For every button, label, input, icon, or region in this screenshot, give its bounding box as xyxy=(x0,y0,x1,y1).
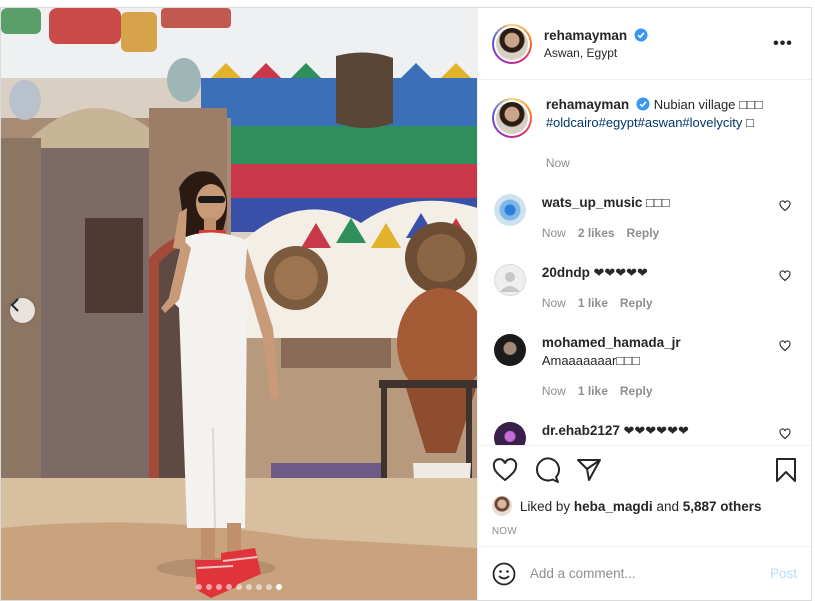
comment-time[interactable]: Now xyxy=(542,294,566,312)
save-bookmark-icon[interactable] xyxy=(775,457,797,483)
carousel-dot xyxy=(215,584,222,590)
carousel-dot xyxy=(235,584,242,590)
post-caption: rehamayman Nubian village □□□ #oldcairo#… xyxy=(491,96,797,172)
more-options-icon[interactable]: ••• xyxy=(771,35,795,53)
post-location[interactable]: Aswan, Egypt xyxy=(544,46,771,60)
liked-by-summary: Liked by heba_magdi and 5,887 others xyxy=(491,496,797,516)
likes-others-link[interactable]: 5,887 others xyxy=(683,499,762,514)
post-timestamp[interactable]: NOW xyxy=(492,526,797,537)
caption-author-avatar[interactable] xyxy=(495,102,528,134)
verified-badge-icon xyxy=(636,97,650,111)
post-side-panel: rehamayman Aswan, Egypt ••• rehamayman N xyxy=(476,8,811,600)
commenter-avatar[interactable] xyxy=(493,264,526,296)
caption-author-ring[interactable] xyxy=(491,98,532,138)
comment-time[interactable]: Now xyxy=(542,224,566,242)
nubian-village-photo xyxy=(1,8,477,600)
author-username[interactable]: rehamayman xyxy=(544,28,627,43)
comment-item: wats_up_music □□□ Now 2 likes Reply xyxy=(492,194,797,242)
add-comment-bar: Post xyxy=(477,546,811,600)
carousel-dot xyxy=(245,584,252,590)
post-actions: Liked by heba_magdi and 5,887 others NOW xyxy=(477,445,811,546)
comment-item: dr.ehab2127 ❤❤❤❤❤❤ xyxy=(492,422,797,445)
commenter-username[interactable]: dr.ehab2127 xyxy=(542,423,620,438)
carousel-dot xyxy=(265,584,272,590)
post-header: rehamayman Aswan, Egypt ••• xyxy=(477,8,811,80)
chevron-left-icon xyxy=(10,298,19,312)
reply-button[interactable]: Reply xyxy=(627,224,660,242)
commenter-avatar[interactable] xyxy=(493,334,526,366)
commenter-username[interactable]: 20dndp xyxy=(542,265,590,280)
carousel-dot xyxy=(255,584,262,590)
comments-list[interactable]: rehamayman Nubian village □□□ #oldcairo#… xyxy=(478,80,811,445)
comment-text: ❤❤❤❤❤❤ xyxy=(623,423,689,438)
comment-text: ❤❤❤❤❤ xyxy=(593,265,648,280)
comment-like-heart-icon[interactable] xyxy=(779,270,791,282)
comment-text: □□□ xyxy=(646,195,670,210)
comment-bubble-icon[interactable] xyxy=(534,457,560,483)
reply-button[interactable]: Reply xyxy=(620,294,653,312)
carousel-dot xyxy=(205,584,212,590)
caption-trailing-emoji: □ xyxy=(746,115,754,130)
comment-likes[interactable]: 1 like xyxy=(578,382,608,400)
comment-text: Amaaaaaaar□□□ xyxy=(541,353,640,368)
author-story-ring[interactable] xyxy=(491,23,532,64)
carousel-previous-button[interactable] xyxy=(10,298,35,323)
caption-time[interactable]: Now xyxy=(546,154,763,172)
comment-likes[interactable]: 2 likes xyxy=(578,224,615,242)
carousel-dot xyxy=(195,584,202,590)
comment-like-heart-icon[interactable] xyxy=(779,200,791,212)
verified-badge-icon xyxy=(634,28,648,41)
comment-item: mohamed_hamada_jr Amaaaaaaar□□□ Now 1 li… xyxy=(492,334,797,400)
liker-avatar[interactable] xyxy=(491,496,512,516)
share-paper-plane-icon[interactable] xyxy=(576,458,602,482)
commenter-username[interactable]: mohamed_hamada_jr xyxy=(542,335,681,350)
like-heart-icon[interactable] xyxy=(492,458,518,482)
author-avatar[interactable] xyxy=(495,27,528,60)
caption-username[interactable]: rehamayman xyxy=(546,97,629,112)
comment-like-heart-icon[interactable] xyxy=(779,340,791,352)
comment-like-heart-icon[interactable] xyxy=(779,428,791,440)
commenter-avatar[interactable] xyxy=(493,194,526,226)
carousel-dot xyxy=(275,584,282,590)
post-comment-button[interactable]: Post xyxy=(770,566,797,581)
emoji-smiley-icon[interactable] xyxy=(492,562,516,586)
liker-username[interactable]: heba_magdi xyxy=(574,499,653,514)
carousel-indicator xyxy=(1,584,477,590)
carousel-dot xyxy=(225,584,232,590)
caption-hashtags[interactable]: #oldcairo#egypt#aswan#lovelycity xyxy=(546,115,743,130)
commenter-avatar[interactable] xyxy=(493,422,526,445)
comment-likes[interactable]: 1 like xyxy=(578,294,608,312)
comment-time[interactable]: Now xyxy=(542,382,566,400)
default-avatar-icon xyxy=(499,272,520,292)
comment-item: 20dndp ❤❤❤❤❤ Now 1 like Reply xyxy=(492,264,797,312)
caption-text: Nubian village □□□ xyxy=(653,97,763,112)
post-photo[interactable] xyxy=(1,8,477,600)
reply-button[interactable]: Reply xyxy=(620,382,653,400)
commenter-username[interactable]: wats_up_music xyxy=(542,195,643,210)
comment-input[interactable] xyxy=(529,566,770,581)
instagram-post: rehamayman Aswan, Egypt ••• rehamayman N xyxy=(0,7,812,601)
